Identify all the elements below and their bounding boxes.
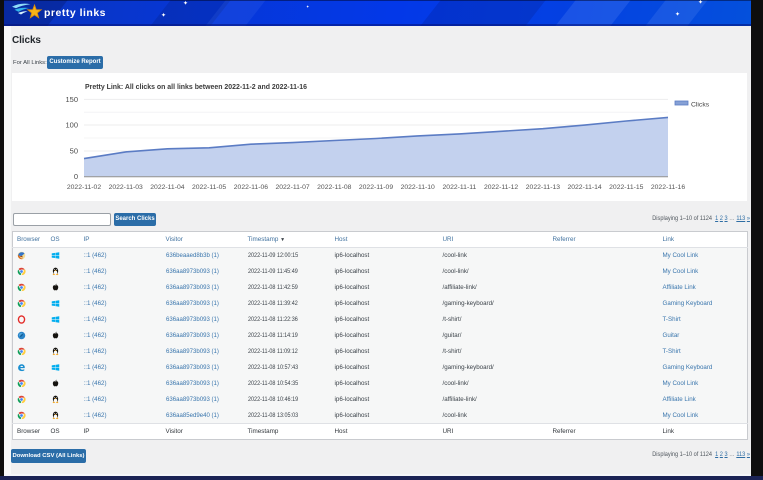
svg-text:2022-11-02: 2022-11-02 (67, 184, 101, 191)
svg-text:Pretty Link: All clicks on all: Pretty Link: All clicks on all links bet… (85, 82, 307, 91)
svg-text:100: 100 (65, 121, 78, 130)
svg-text:2022-11-11: 2022-11-11 (443, 184, 477, 191)
svg-text:2022-11-09: 2022-11-09 (359, 184, 393, 191)
svg-text:2022-11-13: 2022-11-13 (526, 184, 560, 191)
svg-text:2022-11-16: 2022-11-16 (651, 184, 685, 191)
svg-text:0: 0 (74, 172, 78, 181)
svg-text:50: 50 (70, 147, 78, 156)
svg-text:2022-11-05: 2022-11-05 (192, 184, 226, 191)
svg-text:2022-11-04: 2022-11-04 (150, 184, 184, 191)
svg-text:2022-11-12: 2022-11-12 (484, 184, 518, 191)
svg-text:2022-11-03: 2022-11-03 (109, 184, 143, 191)
svg-text:150: 150 (65, 95, 78, 104)
svg-text:2022-11-08: 2022-11-08 (317, 184, 351, 191)
svg-text:2022-11-07: 2022-11-07 (275, 184, 309, 191)
svg-text:2022-11-06: 2022-11-06 (234, 184, 268, 191)
svg-text:2022-11-15: 2022-11-15 (609, 184, 643, 191)
svg-text:2022-11-10: 2022-11-10 (401, 184, 435, 191)
svg-text:2022-11-14: 2022-11-14 (567, 184, 601, 191)
svg-text:Clicks: Clicks (691, 102, 710, 109)
